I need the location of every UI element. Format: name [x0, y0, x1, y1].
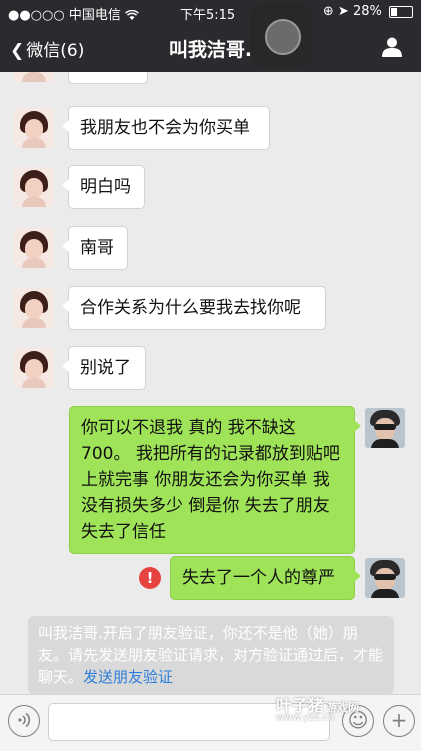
- send-verification-link[interactable]: 发送朋友验证: [83, 668, 173, 686]
- wifi-icon: [125, 8, 139, 23]
- person-icon[interactable]: [381, 36, 403, 58]
- message-bubble[interactable]: 失去了一个人的尊严: [170, 556, 361, 600]
- chat-area[interactable]: 我朋友也不会为你买单 明白吗 南哥 合作关系为什么要我去找你呢 别说了 你可以不…: [0, 72, 421, 694]
- more-button[interactable]: +: [383, 705, 415, 737]
- system-notice: 叫我洁哥.开启了朋友验证，你还不是他（她）朋友。请先发送朋友验证请求，对方验证通…: [28, 616, 394, 694]
- voice-button[interactable]: [8, 705, 40, 737]
- message-bubble[interactable]: 明白吗: [62, 165, 145, 209]
- carrier-label: 中国电信: [68, 8, 121, 23]
- message-bubble[interactable]: 合作关系为什么要我去找你呢: [62, 286, 326, 330]
- message-bubble[interactable]: 我朋友也不会为你买单: [62, 106, 270, 150]
- plus-icon: +: [390, 708, 408, 732]
- avatar[interactable]: [14, 72, 54, 82]
- chat-title: 叫我洁哥.: [168, 39, 253, 61]
- avatar[interactable]: [14, 228, 54, 268]
- avatar[interactable]: [14, 348, 54, 388]
- assistive-touch-button[interactable]: [250, 2, 312, 68]
- message-row-clipped: [14, 72, 314, 84]
- status-time: 下午5:15: [180, 8, 236, 23]
- message-bubble-clipped[interactable]: [68, 72, 148, 84]
- voice-icon: [18, 712, 31, 728]
- watermark-logo: 叶子猪 游戏网 www.yzz.cn: [276, 692, 359, 723]
- message-bubble[interactable]: 别说了: [62, 346, 146, 390]
- battery-percent: 28%: [352, 4, 382, 19]
- location-icon: ➤: [337, 4, 349, 19]
- avatar[interactable]: [365, 408, 405, 448]
- send-failed-icon[interactable]: !: [139, 567, 161, 589]
- nav-bar: ❮ 微信(6) 叫我洁哥.: [0, 24, 421, 72]
- message-bubble[interactable]: 你可以不退我 真的 我不缺这700。 我把所有的记录都放到贴吧上就完事 你朋友还…: [69, 406, 361, 554]
- carrier-group: ●●○○○ 中国电信: [8, 4, 139, 23]
- signal-icon: ●●○○○: [8, 8, 65, 23]
- avatar[interactable]: [14, 288, 54, 328]
- status-right: ⊕ ➤ 28%: [323, 4, 413, 19]
- battery-icon: [389, 5, 413, 18]
- status-bar: ●●○○○ 中国电信 下午5:15 ⊕ ➤ 28%: [0, 0, 421, 24]
- avatar[interactable]: [365, 558, 405, 598]
- avatar[interactable]: [14, 167, 54, 207]
- avatar[interactable]: [14, 108, 54, 148]
- rotation-lock-icon: ⊕: [322, 4, 334, 19]
- message-bubble[interactable]: 南哥: [62, 226, 128, 270]
